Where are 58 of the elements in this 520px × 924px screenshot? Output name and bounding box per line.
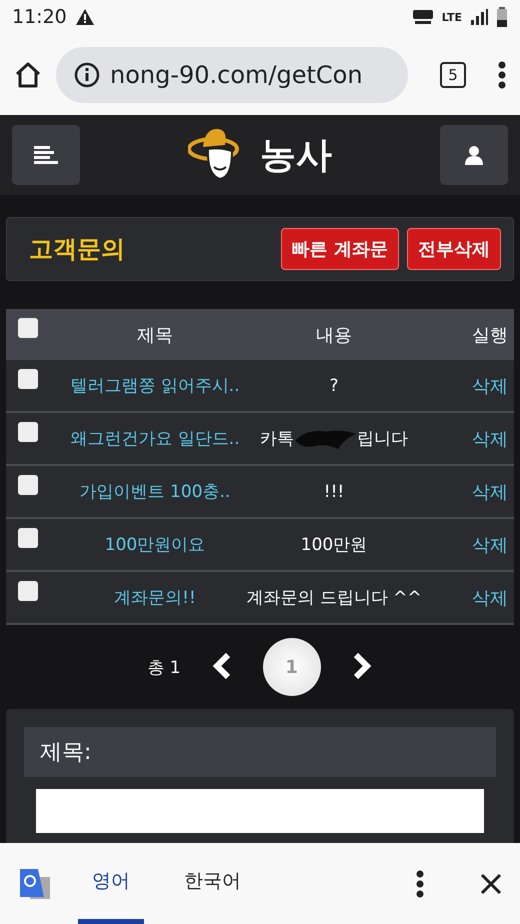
checkbox[interactable]: [18, 368, 38, 388]
close-button[interactable]: [480, 872, 502, 894]
subject-input[interactable]: [36, 789, 484, 833]
table-cell-text: 립니다: [357, 428, 408, 450]
table-cell: ?: [329, 376, 339, 396]
column-header: 내용: [315, 324, 353, 346]
subject-label: 제목:: [24, 727, 496, 777]
home-button[interactable]: [14, 60, 42, 88]
logo-text: 농사: [260, 134, 332, 178]
network-type: LTE: [442, 10, 462, 24]
menu-button[interactable]: [498, 60, 506, 88]
close-icon: [480, 872, 502, 894]
table-cell: !!!: [324, 482, 344, 502]
question-title-link[interactable]: 100만원이요: [50, 533, 260, 556]
language-tab[interactable]: 한국어: [170, 843, 255, 924]
home-icon: [14, 60, 42, 88]
checkbox[interactable]: [18, 422, 38, 442]
question-title-link[interactable]: 텔러그램쫑 읽어주시..: [50, 374, 260, 397]
checkbox[interactable]: [18, 474, 38, 494]
delete-link[interactable]: 삭제: [408, 374, 514, 398]
address-bar[interactable]: nong-90.com/getCon: [56, 46, 408, 102]
tab-count-button[interactable]: 5: [440, 62, 466, 88]
user-button[interactable]: [440, 125, 508, 185]
table-cell-text: 카톡: [260, 428, 294, 450]
table-cell-text: 100만원: [300, 534, 368, 556]
total-count: 총 1: [147, 656, 181, 678]
column-header: 실행: [471, 324, 509, 346]
checkbox[interactable]: [18, 580, 38, 600]
user-icon: [465, 145, 483, 165]
chevron-right-icon: [352, 653, 372, 679]
checkbox[interactable]: [18, 528, 38, 548]
more-icon: [498, 60, 506, 88]
page-title: 고객문의: [29, 234, 126, 265]
question-title-link[interactable]: 가입이벤트 100충..: [50, 480, 260, 503]
translate-icon: [18, 866, 52, 900]
warning-icon: [74, 8, 95, 26]
delete-link[interactable]: 삭제: [408, 532, 514, 556]
info-icon: [74, 62, 100, 88]
delete-link[interactable]: 삭제: [408, 426, 514, 450]
hd-voice-icon: [412, 8, 434, 26]
menu-button[interactable]: [12, 125, 80, 185]
action-button[interactable]: 전부삭제: [407, 228, 501, 270]
url-text: nong-90.com/getCon: [110, 60, 363, 88]
chevron-left-icon: [212, 653, 232, 679]
menu-icon: [34, 146, 58, 164]
battery-icon: [496, 7, 508, 27]
question-title-link[interactable]: 왜그런건가요 일단드..: [50, 427, 260, 450]
previous-page-button[interactable]: [210, 653, 233, 681]
column-header: 제목: [136, 324, 174, 346]
more-icon: [416, 870, 424, 898]
signal-icon: [470, 8, 488, 26]
language-tab[interactable]: 영어: [78, 843, 144, 924]
checkbox[interactable]: [18, 318, 38, 338]
delete-link[interactable]: 삭제: [408, 480, 514, 504]
table-cell-text: 계좌문의 드립니다 ^^: [246, 587, 422, 609]
action-button[interactable]: 빠른 계좌문: [280, 228, 399, 270]
options-button[interactable]: [416, 870, 424, 898]
status-time: 11:20: [12, 6, 67, 28]
